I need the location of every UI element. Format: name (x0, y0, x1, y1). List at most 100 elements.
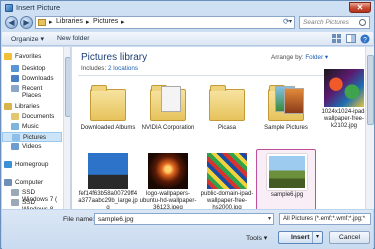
svg-text:?: ? (363, 37, 367, 44)
file-name-value: sample6.jpg (98, 216, 134, 223)
folder-icon (146, 83, 190, 123)
sidebar-item-documents[interactable]: Documents (2, 112, 62, 122)
folder-icon (205, 83, 249, 123)
sidebar-item-label: Favorites (15, 53, 42, 60)
chevron-down-icon[interactable]: ▾ (268, 215, 271, 222)
includes-label: Includes: (81, 65, 107, 72)
downloads-icon (11, 75, 19, 82)
file-name-label: fef14f63b58a00729ff4a377aabc29b_large.jp… (78, 191, 138, 209)
arrange-dropdown[interactable]: Folder ▾ (305, 54, 328, 61)
folder-item[interactable]: Downloaded Albums (78, 83, 138, 145)
sidebar-item-label: Music (22, 123, 39, 130)
pictures-icon (12, 134, 20, 141)
computer-icon (4, 179, 12, 186)
sidebar-item-desktop[interactable]: Desktop (2, 64, 62, 74)
file-name-label: File name: (63, 216, 95, 223)
locations-link[interactable]: 2 locations (108, 65, 138, 72)
address-bar[interactable]: ▸ Libraries ▸ Pictures ▸ ▾ (35, 16, 295, 29)
sidebar-item-ssd-windows-7[interactable]: SSD Windows 7 ( (2, 188, 62, 203)
breadcrumb-libraries[interactable]: Libraries (56, 18, 83, 25)
tools-menu[interactable]: Tools ▾ (246, 234, 267, 242)
image-file-item[interactable]: fef14f63b58a00729ff4a377aabc29b_large.jp… (78, 149, 138, 209)
library-includes: Includes: 2 locations (81, 65, 138, 72)
refresh-icon[interactable]: ⟳ (283, 17, 293, 27)
sidebar-item-favorites[interactable]: Favorites (2, 52, 62, 62)
image-thumbnail (86, 149, 130, 189)
preview-pane-icon[interactable] (346, 34, 356, 43)
view-options-icon[interactable] (332, 34, 342, 43)
star-icon (4, 53, 12, 60)
file-name-label: Sample Pictures (264, 125, 308, 131)
sidebar-item-computer[interactable]: Computer (2, 178, 62, 188)
documents-icon (11, 113, 19, 120)
file-name-label: NVIDIA Corporation (141, 125, 195, 131)
sidebar-item-libraries[interactable]: Libraries (2, 102, 62, 112)
sidebar-item-homegroup[interactable]: Homegroup (2, 160, 62, 170)
library-icon (38, 19, 46, 26)
sidebar-item-label: SSD Windows 8 (22, 199, 53, 209)
sidebar-item-downloads[interactable]: Downloads (2, 74, 62, 84)
sidebar-item-label: Recent Places (22, 85, 43, 99)
sidebar-item-videos[interactable]: Videos (2, 142, 62, 152)
back-button[interactable]: ◀ (5, 16, 18, 29)
drive-icon (11, 199, 19, 206)
dialog-footer: File name: sample6.jpg ▾ All Pictures (*… (2, 210, 373, 249)
insert-picture-dialog: Insert Picture ✕ ◀ ▶ ▸ Libraries ▸ Pictu… (0, 0, 375, 249)
title-bar: Insert Picture ✕ (1, 1, 374, 15)
arrange-by: Arrange by: Folder ▾ (271, 54, 328, 61)
breadcrumb-separator: ▸ (86, 19, 90, 26)
videos-icon (11, 143, 19, 150)
sidebar-item-label: Homegroup (15, 161, 49, 168)
help-icon[interactable]: ? (360, 34, 370, 44)
sidebar-item-ssd-windows-8[interactable]: SSD Windows 8 (2, 198, 62, 209)
image-thumbnail (205, 149, 249, 189)
file-name-label: Picasa (217, 125, 236, 131)
image-file-item[interactable]: logo-wallpapers-ubuntu-hd-wallpaper-3612… (138, 149, 198, 209)
new-folder-button[interactable]: New folder (57, 35, 90, 42)
image-file-item[interactable]: public-domain-ipad-wallpaper-free-hs2000… (197, 149, 257, 209)
search-placeholder: Search Pictures (303, 19, 349, 26)
file-name-label: Downloaded Albums (80, 125, 136, 131)
file-type-value: All Pictures (*.emf;*.wmf;*.jpg;* (283, 216, 366, 222)
organize-button[interactable]: Organize ▾ (11, 35, 44, 43)
sidebar-scrollbar[interactable] (63, 47, 70, 209)
chevron-down-icon[interactable]: ▾ (312, 232, 322, 243)
navigation-pane: Favorites Desktop Downloads Recent Places Li… (2, 47, 71, 209)
cancel-button[interactable]: Cancel (329, 231, 370, 244)
image-thumbnail (265, 150, 309, 190)
sidebar-item-label: Documents (22, 113, 55, 120)
close-button[interactable]: ✕ (349, 2, 371, 13)
breadcrumb-separator: ▸ (121, 19, 125, 26)
sidebar-item-pictures[interactable]: Pictures (2, 132, 62, 142)
folder-item[interactable]: NVIDIA Corporation (138, 83, 198, 145)
file-name-label: public-domain-ipad-wallpaper-free-hs2000… (200, 191, 254, 209)
insert-label: Insert (291, 234, 310, 241)
forward-button[interactable]: ▶ (20, 16, 33, 29)
folder-icon (264, 83, 308, 123)
image-file-item[interactable]: sample6.jpg (256, 149, 316, 209)
music-icon (11, 123, 19, 130)
sidebar-item-recent-places[interactable]: Recent Places (2, 84, 62, 99)
content-scrollbar[interactable] (365, 47, 374, 209)
navigation-bar: ◀ ▶ ▸ Libraries ▸ Pictures ▸ ▾ ⟳ Search … (3, 15, 372, 31)
file-name-input[interactable]: sample6.jpg ▾ (94, 213, 274, 225)
breadcrumb-pictures[interactable]: Pictures (93, 18, 118, 25)
sidebar-item-label: Computer (15, 179, 44, 186)
recent-icon (11, 85, 19, 92)
search-icon (359, 19, 366, 26)
command-bar: Organize ▾ New folder ? (2, 32, 373, 46)
insert-button[interactable]: Insert ▾ (278, 231, 323, 244)
search-input[interactable]: Search Pictures (299, 16, 370, 29)
folder-item[interactable]: Sample Pictures (256, 83, 316, 145)
folder-item[interactable]: Picasa (197, 83, 257, 145)
sidebar-item-label: Pictures (23, 134, 47, 141)
sidebar-item-music[interactable]: Music (2, 122, 62, 132)
library-title: Pictures library (81, 52, 148, 63)
folder-icon (86, 83, 130, 123)
file-type-select[interactable]: All Pictures (*.emf;*.wmf;*.jpg;* (279, 213, 371, 225)
arrange-label: Arrange by: (271, 54, 304, 61)
breadcrumb-separator: ▸ (49, 19, 53, 26)
dialog-icon (5, 4, 13, 12)
file-name-label: logo-wallpapers-ubuntu-hd-wallpaper-3612… (139, 191, 197, 209)
window-title: Insert Picture (16, 3, 61, 12)
